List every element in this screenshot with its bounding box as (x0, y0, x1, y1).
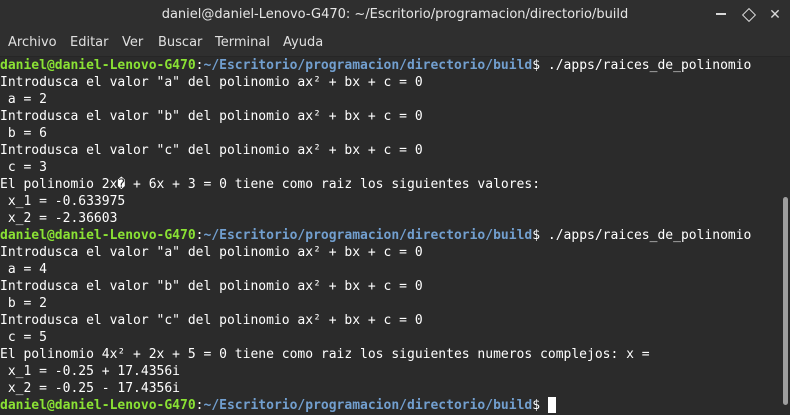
output-line: x_2 = -0.25 - 17.4356i (0, 381, 181, 396)
menu-terminal[interactable]: Terminal (215, 35, 270, 50)
output-line: c = 5 (0, 330, 47, 345)
scrollbar-thumb[interactable] (783, 197, 788, 405)
menu-ver[interactable]: Ver (122, 35, 143, 50)
minimize-icon (716, 12, 726, 15)
prompt-line: daniel@daniel-Lenovo-G470:~/Escritorio/p… (0, 57, 780, 74)
output-line: b = 2 (0, 296, 47, 311)
menu-archivo[interactable]: Archivo (8, 35, 57, 50)
maximize-button[interactable] (738, 4, 760, 26)
output-line: Introdusca el valor "b" del polinomio ax… (0, 279, 423, 294)
text-cursor (547, 397, 556, 413)
menu-buscar[interactable]: Buscar (158, 35, 202, 50)
output-line: x_1 = -0.25 + 17.4356i (0, 364, 181, 379)
command-text: ./apps/raices_de_polinomio (547, 228, 752, 243)
close-button[interactable]: ✕ (764, 4, 786, 26)
output-line: b = 6 (0, 126, 47, 141)
prompt-dollar: $ (532, 228, 548, 243)
minimize-button[interactable] (710, 4, 732, 26)
prompt-user: daniel@daniel-Lenovo-G470 (0, 228, 196, 243)
window-title: daniel@daniel-Lenovo-G470: ~/Escritorio/… (161, 7, 629, 22)
output-line: c = 3 (0, 160, 47, 175)
title-bar[interactable]: daniel@daniel-Lenovo-G470: ~/Escritorio/… (0, 0, 790, 30)
output-line: a = 2 (0, 92, 47, 107)
maximize-icon (741, 7, 757, 23)
menu-ayuda[interactable]: Ayuda (283, 35, 323, 50)
terminal-window: daniel@daniel-Lenovo-G470: ~/Escritorio/… (0, 0, 790, 415)
terminal-output[interactable]: daniel@daniel-Lenovo-G470:~/Escritorio/p… (0, 57, 780, 415)
close-icon: ✕ (769, 7, 781, 23)
output-line: El polinomio 4x² + 2x + 5 = 0 tiene como… (0, 347, 650, 362)
prompt-separator: : (195, 398, 204, 413)
output-line: x_2 = -2.36603 (0, 211, 118, 226)
prompt-user: daniel@daniel-Lenovo-G470 (0, 58, 196, 73)
prompt-path: ~/Escritorio/programacion/directorio/bui… (203, 398, 533, 413)
menu-editar[interactable]: Editar (70, 35, 109, 50)
output-line: Introdusca el valor "c" del polinomio ax… (0, 313, 423, 328)
prompt-dollar: $ (532, 398, 548, 413)
scrollbar[interactable] (780, 57, 790, 415)
menu-bar: Archivo Editar Ver Buscar Terminal Ayuda (0, 30, 790, 57)
output-line: Introdusca el valor "a" del polinomio ax… (0, 75, 423, 90)
command-text: ./apps/raices_de_polinomio (547, 58, 752, 73)
prompt-user: daniel@daniel-Lenovo-G470 (0, 398, 196, 413)
prompt-line: daniel@daniel-Lenovo-G470:~/Escritorio/p… (0, 397, 780, 414)
prompt-path: ~/Escritorio/programacion/directorio/bui… (203, 228, 533, 243)
prompt-line: daniel@daniel-Lenovo-G470:~/Escritorio/p… (0, 227, 780, 244)
prompt-separator: : (195, 58, 204, 73)
output-line: x_1 = -0.633975 (0, 194, 126, 209)
output-line: El polinomio 2x� + 6x + 3 = 0 tiene como… (0, 177, 541, 192)
prompt-path: ~/Escritorio/programacion/directorio/bui… (203, 58, 533, 73)
output-line: Introdusca el valor "c" del polinomio ax… (0, 143, 423, 158)
output-line: a = 4 (0, 262, 47, 277)
output-line: Introdusca el valor "b" del polinomio ax… (0, 109, 423, 124)
prompt-separator: : (195, 228, 204, 243)
prompt-dollar: $ (532, 58, 548, 73)
output-line: Introdusca el valor "a" del polinomio ax… (0, 245, 423, 260)
